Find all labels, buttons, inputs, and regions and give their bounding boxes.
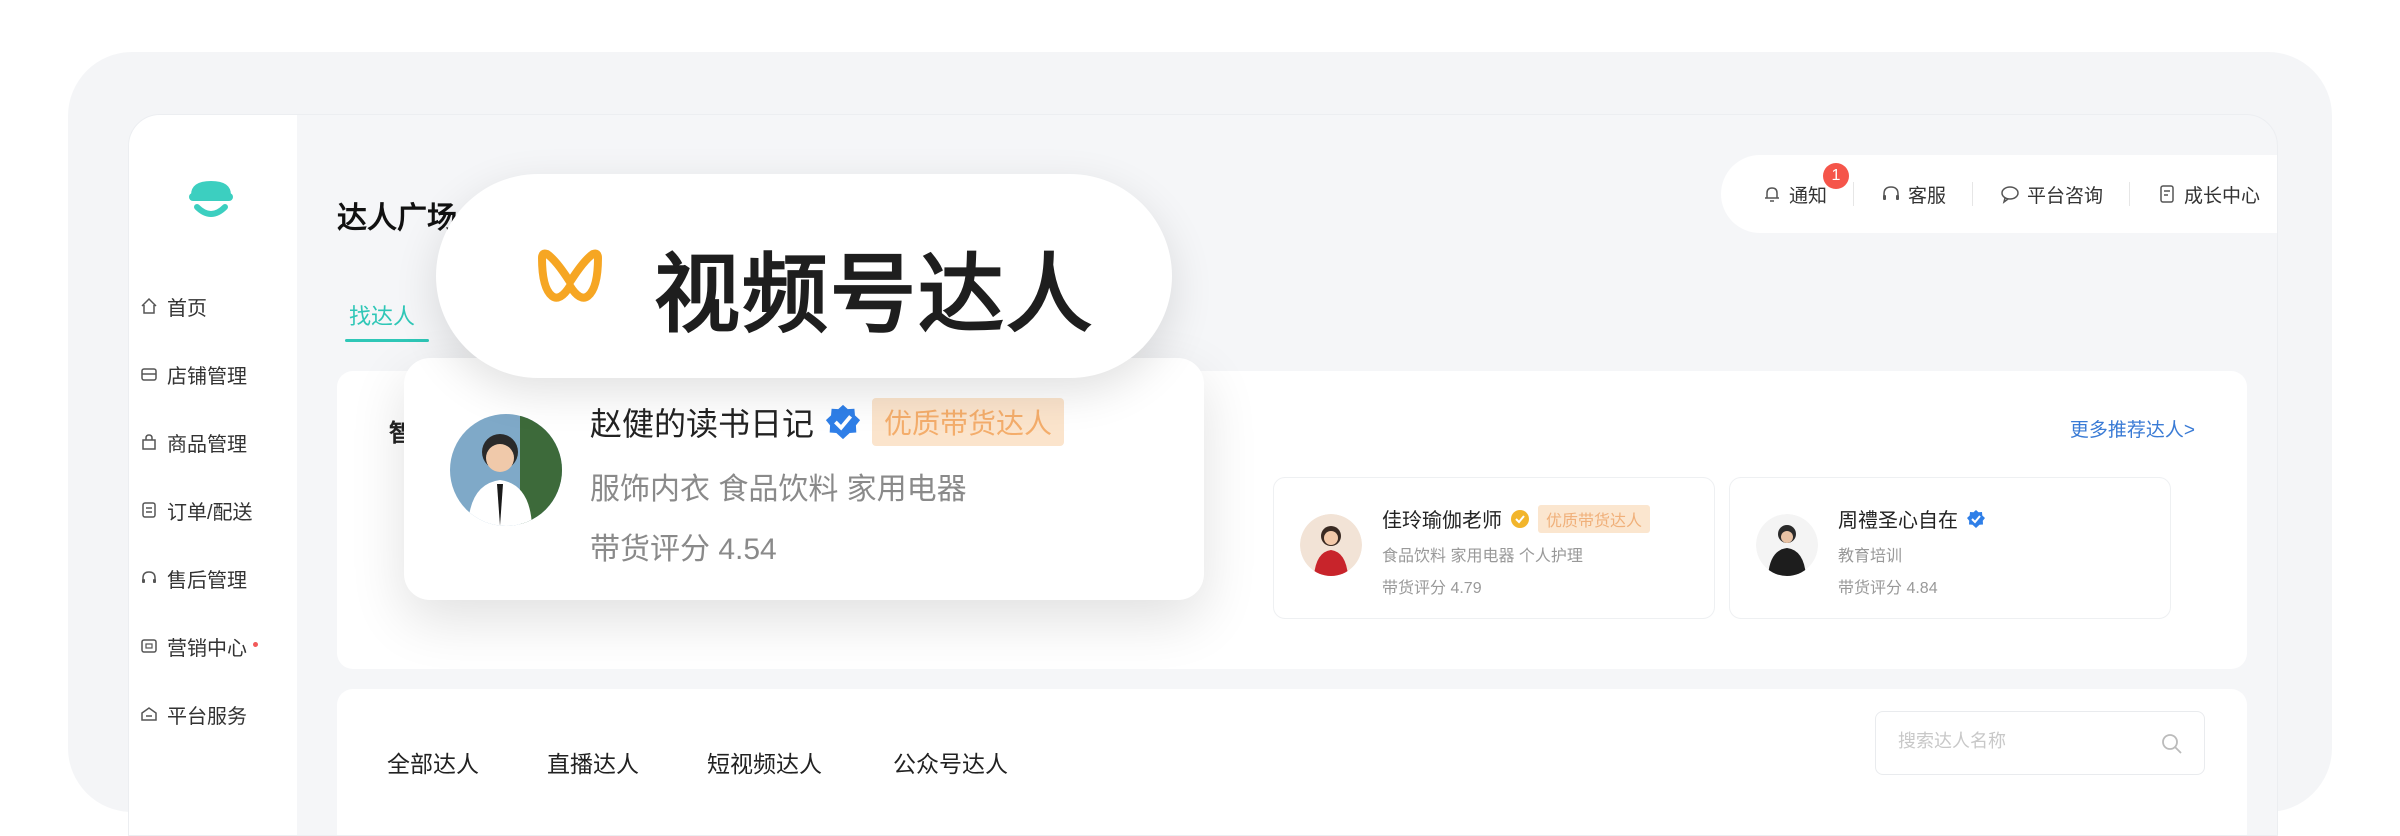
active-tab-indicator	[345, 339, 429, 342]
bag-icon	[139, 432, 159, 452]
more-recommend-link[interactable]: 更多推荐达人>	[2070, 415, 2195, 442]
channels-logo-icon	[532, 238, 608, 314]
blue-verified-icon	[824, 403, 862, 441]
store-icon	[139, 364, 159, 384]
featured-talent-name: 赵健的读书日记	[590, 406, 815, 442]
featured-talent-categories: 服饰内衣 食品饮料 家用电器	[590, 473, 967, 506]
talent-name: 佳玲瑜伽老师	[1382, 510, 1502, 532]
sidebar-item-label: 营销中心	[167, 637, 247, 660]
service-icon	[139, 704, 159, 724]
customer-service-button[interactable]: 客服	[1880, 181, 1946, 208]
blue-verified-icon	[1966, 509, 1986, 529]
sidebar-item-products[interactable]: 商品管理	[139, 425, 247, 459]
notification-button[interactable]: 通知 1	[1761, 162, 1849, 208]
toolbar-divider	[1853, 182, 1855, 206]
top-toolbar: 通知 1 客服 平台咨询 成长中心	[1721, 155, 2277, 233]
channels-talent-banner: 视频号达人	[436, 174, 1172, 378]
headset-icon	[1880, 183, 1902, 205]
featured-talent-card[interactable]: 赵健的读书日记 优质带货达人 服饰内衣 食品饮料 家用电器 带货评分 4.54	[404, 358, 1204, 600]
document-icon	[2156, 183, 2178, 205]
sidebar-item-label: 商品管理	[167, 433, 247, 456]
banner-title: 视频号达人	[654, 247, 1094, 343]
talent-card[interactable]: 佳玲瑜伽老师 优质带货达人 食品饮料 家用电器 个人护理 带货评分 4.79	[1273, 477, 1715, 619]
sidebar: 首页 店铺管理 商品管理 订单/配送 售后管理 营销中心 平台服务	[129, 115, 297, 835]
talent-avatar	[1300, 514, 1362, 576]
category-panel: 全部达人 直播达人 短视频达人 公众号达人	[337, 689, 2247, 835]
sidebar-item-aftersales[interactable]: 售后管理	[139, 561, 247, 595]
tab-find-talent[interactable]: 找达人	[349, 299, 415, 331]
search-icon[interactable]	[2160, 732, 2184, 756]
growth-center-button[interactable]: 成长中心	[2156, 181, 2260, 208]
headset-icon	[139, 568, 159, 588]
talent-card[interactable]: 周禮圣心自在 教育培训 带货评分 4.84	[1729, 477, 2171, 619]
home-icon	[139, 296, 159, 316]
marketing-icon	[139, 636, 159, 656]
sidebar-item-store[interactable]: 店铺管理	[139, 357, 247, 391]
order-icon	[139, 500, 159, 520]
sidebar-item-label: 首页	[167, 297, 207, 320]
sidebar-item-label: 店铺管理	[167, 365, 247, 388]
platform-consult-button[interactable]: 平台咨询	[1999, 181, 2103, 208]
sidebar-item-orders[interactable]: 订单/配送	[139, 493, 253, 527]
tab-live-talent[interactable]: 直播达人	[547, 745, 639, 779]
notification-label: 通知	[1789, 185, 1828, 207]
talent-name-row: 周禮圣心自在	[1838, 504, 1986, 533]
search-input[interactable]	[1896, 730, 2140, 753]
customer-service-label: 客服	[1908, 185, 1947, 207]
talent-categories: 食品饮料 家用电器 个人护理	[1382, 548, 1583, 565]
platform-consult-label: 平台咨询	[2027, 185, 2104, 207]
sidebar-item-platform-service[interactable]: 平台服务	[139, 697, 247, 731]
talent-name-row: 佳玲瑜伽老师 优质带货达人	[1382, 504, 1651, 533]
chat-bubble-icon	[1999, 183, 2021, 205]
tab-official-account-talent[interactable]: 公众号达人	[893, 745, 1008, 779]
quality-tag: 优质带货达人	[872, 398, 1065, 446]
bell-icon	[1761, 183, 1783, 205]
talent-score: 带货评分 4.84	[1838, 580, 1938, 597]
sidebar-item-label: 订单/配送	[167, 501, 253, 524]
featured-talent-avatar	[450, 414, 562, 526]
sidebar-item-label: 平台服务	[167, 705, 247, 728]
app-logo-icon[interactable]	[183, 175, 239, 227]
notification-count-badge: 1	[1823, 162, 1849, 189]
gold-verified-icon	[1510, 509, 1530, 529]
tab-all-talent[interactable]: 全部达人	[387, 745, 479, 779]
search-box	[1875, 711, 2205, 775]
toolbar-divider	[2129, 182, 2131, 206]
quality-tag: 优质带货达人	[1538, 504, 1651, 533]
new-dot-indicator	[253, 641, 258, 647]
talent-categories: 教育培训	[1838, 548, 1903, 565]
toolbar-divider	[1972, 182, 1974, 206]
page-title: 达人广场	[337, 202, 457, 235]
featured-talent-score: 带货评分 4.54	[590, 533, 777, 566]
featured-name-row: 赵健的读书日记 优质带货达人	[590, 398, 1065, 446]
tab-short-video-talent[interactable]: 短视频达人	[707, 745, 822, 779]
talent-avatar	[1756, 514, 1818, 576]
growth-center-label: 成长中心	[2184, 185, 2261, 207]
sidebar-item-marketing[interactable]: 营销中心	[139, 629, 258, 663]
talent-score: 带货评分 4.79	[1382, 580, 1482, 597]
sidebar-item-label: 售后管理	[167, 569, 247, 592]
sidebar-item-home[interactable]: 首页	[139, 289, 207, 323]
talent-name: 周禮圣心自在	[1838, 510, 1958, 532]
